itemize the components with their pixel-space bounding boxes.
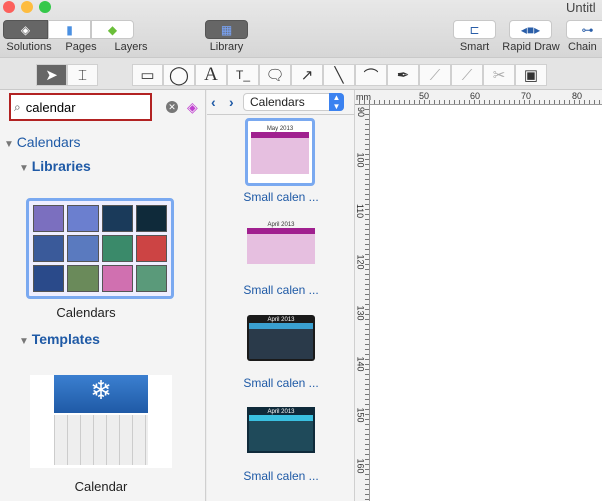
ruler-label: 100 bbox=[355, 152, 366, 168]
chain-button[interactable]: ⊶ bbox=[566, 20, 602, 39]
container-tool-icon[interactable]: ▣ bbox=[515, 64, 547, 86]
ruler-label: 60 bbox=[470, 91, 481, 101]
text-select-tool-icon[interactable]: ⌶ bbox=[67, 64, 98, 86]
select-tool-icon[interactable]: ➤ bbox=[36, 64, 67, 86]
search-highlight: ⌕ bbox=[9, 93, 152, 121]
library-icon: ▦ bbox=[220, 22, 233, 37]
pen-tool-icon[interactable]: ✒ bbox=[387, 64, 419, 86]
library-panel: ‹ › Calendars ▲ ▼ May 2013 Small calen ..… bbox=[207, 90, 355, 501]
add-point-icon[interactable]: ⟋ bbox=[451, 64, 483, 86]
search-input[interactable] bbox=[25, 99, 136, 115]
window-title: Untitl bbox=[566, 0, 596, 15]
close-button[interactable] bbox=[3, 1, 15, 13]
edit-points-icon[interactable]: ⟋ bbox=[419, 64, 451, 86]
library-calendars-thumbnail[interactable] bbox=[26, 198, 174, 299]
snowflake-icon: ❄ bbox=[54, 375, 148, 413]
ruler-label: 50 bbox=[419, 91, 430, 101]
library-select-value: Calendars bbox=[250, 95, 305, 109]
disclosure-triangle-icon: ▼ bbox=[19, 163, 32, 174]
tree-templates-label: Templates bbox=[31, 331, 100, 347]
select-stepper-icon: ▲ ▼ bbox=[329, 93, 344, 111]
library-button[interactable]: ▦ bbox=[205, 20, 248, 39]
library-item-label[interactable]: Small calen ... bbox=[207, 469, 355, 483]
chain-icon: ⊶ bbox=[581, 22, 594, 37]
zoom-button[interactable] bbox=[39, 1, 51, 13]
text-box-tool-icon[interactable]: T_ bbox=[227, 64, 259, 86]
tree-templates[interactable]: ▼ Templates bbox=[19, 331, 100, 347]
solutions-button[interactable]: ◈ bbox=[3, 20, 48, 39]
forward-icon[interactable]: › bbox=[229, 94, 234, 110]
callout-tool-icon[interactable]: 🗨 bbox=[259, 64, 291, 86]
layers-button[interactable]: ◆ bbox=[91, 20, 134, 39]
text-tool-icon[interactable]: A bbox=[195, 64, 227, 86]
smart-button[interactable]: ⊏ bbox=[453, 20, 496, 39]
template-calendar-label: Calendar bbox=[74, 479, 128, 494]
ruler-label: 150 bbox=[355, 407, 366, 423]
pages-icon: ▮ bbox=[66, 22, 73, 37]
library-select[interactable]: Calendars ▲ ▼ bbox=[243, 93, 344, 111]
layers-icon: ◆ bbox=[107, 22, 118, 37]
ruler-label: 80 bbox=[572, 91, 583, 101]
ellipse-tool-icon[interactable]: ◯ bbox=[163, 64, 195, 86]
library-item-label[interactable]: Small calen ... bbox=[207, 376, 355, 390]
calendar-thumbnail[interactable]: April 2013 bbox=[247, 222, 315, 266]
rectangle-tool-icon[interactable]: ▭ bbox=[132, 64, 163, 86]
ruler-unit: mm bbox=[356, 92, 371, 102]
search-icon: ⌕ bbox=[14, 99, 21, 114]
arc-tool-icon[interactable]: ⌒ bbox=[355, 64, 387, 86]
title-toolbar: Untitl ◈ ▮ ◆ Solutions Pages Layers ▦ Li… bbox=[0, 0, 602, 57]
solutions-panel: ⌕ ✕ ◈ ▼ Calendars ▼ Libraries Calendars … bbox=[0, 90, 206, 501]
smart-label: Smart bbox=[459, 41, 490, 53]
vertical-ruler: 90 100 110 120 130 140 150 160 bbox=[355, 105, 370, 501]
library-label: Library bbox=[209, 41, 244, 53]
ruler-label: 160 bbox=[355, 458, 366, 474]
tree-calendars[interactable]: ▼ Calendars bbox=[4, 134, 81, 150]
rapid-draw-icon: ◂■▸ bbox=[520, 22, 541, 37]
drawing-toolbar: ➤ ⌶ ▭ ◯ A T_ 🗨 ↗ ╲ ⌒ ✒ ⟋ ⟋ ✂ ▣ bbox=[0, 57, 602, 90]
tree-libraries-label: Libraries bbox=[31, 158, 91, 174]
solutions-icon: ◈ bbox=[20, 22, 31, 37]
clear-search-icon[interactable]: ✕ bbox=[166, 101, 178, 113]
chain-label: Chain bbox=[568, 41, 597, 53]
layers-label: Layers bbox=[114, 41, 148, 53]
filter-icon[interactable]: ◈ bbox=[187, 99, 198, 116]
arrow-tool-icon[interactable]: ↗ bbox=[291, 64, 323, 86]
library-item-label[interactable]: Small calen ... bbox=[207, 190, 355, 204]
calendar-thumbnail[interactable]: May 2013 bbox=[251, 126, 309, 178]
minimize-button[interactable] bbox=[21, 1, 33, 13]
ruler-label: 110 bbox=[355, 203, 366, 219]
library-calendars-label: Calendars bbox=[56, 305, 116, 320]
disclosure-triangle-icon: ▼ bbox=[4, 139, 17, 150]
tree-calendars-label: Calendars bbox=[16, 134, 81, 150]
pages-button[interactable]: ▮ bbox=[48, 20, 91, 39]
ruler-label: 130 bbox=[355, 305, 366, 321]
scissors-icon[interactable]: ✂ bbox=[483, 64, 515, 86]
calendar-thumbnail[interactable]: April 2013 bbox=[247, 407, 315, 453]
drawing-canvas[interactable] bbox=[370, 105, 602, 501]
solutions-label: Solutions bbox=[6, 41, 52, 53]
tree-libraries[interactable]: ▼ Libraries bbox=[19, 158, 91, 174]
pages-label: Pages bbox=[65, 41, 97, 53]
smart-icon: ⊏ bbox=[469, 22, 480, 37]
disclosure-triangle-icon: ▼ bbox=[19, 336, 32, 347]
horizontal-ruler: mm 50 60 70 80 bbox=[355, 90, 602, 105]
calendar-thumbnail[interactable]: April 2013 bbox=[247, 315, 315, 361]
rapid-draw-label: Rapid Draw bbox=[502, 41, 560, 53]
ruler-label: 70 bbox=[521, 91, 532, 101]
ruler-label: 90 bbox=[356, 106, 367, 118]
back-icon[interactable]: ‹ bbox=[211, 94, 216, 110]
template-calendar-thumbnail[interactable]: ❄ bbox=[30, 375, 172, 468]
line-tool-icon[interactable]: ╲ bbox=[323, 64, 355, 86]
ruler-label: 140 bbox=[355, 356, 366, 372]
rapid-draw-button[interactable]: ◂■▸ bbox=[509, 20, 552, 39]
ruler-label: 120 bbox=[355, 254, 366, 270]
library-item-label[interactable]: Small calen ... bbox=[207, 283, 355, 297]
